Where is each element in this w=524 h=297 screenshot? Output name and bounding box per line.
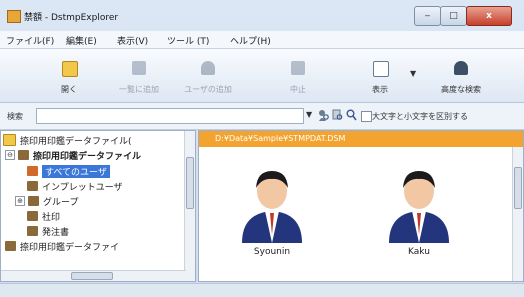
add-user-label: ユーザの追加 xyxy=(184,85,232,94)
user-card-kaku[interactable]: Kaku xyxy=(374,157,464,267)
tree-item-all-users[interactable]: すべてのユーザ xyxy=(27,164,110,178)
advanced-search-button[interactable]: 高度な検索 xyxy=(436,51,486,99)
tree-item-label: 発注書 xyxy=(42,227,70,238)
collapse-icon[interactable]: ⊖ xyxy=(5,150,15,160)
user-icon xyxy=(27,181,38,191)
tree-item[interactable]: インプレットユーザ xyxy=(27,179,123,193)
menu-tools[interactable]: ツール (T) xyxy=(167,34,209,47)
search-bar: 検索 ▼ 大文字と小文字を区別する xyxy=(0,103,524,130)
database-icon xyxy=(5,241,16,251)
search-label: 検索 xyxy=(7,112,23,121)
group-icon xyxy=(28,196,39,206)
view-dropdown-icon[interactable]: ▼ xyxy=(410,69,416,78)
menu-help[interactable]: ヘルプ(H) xyxy=(230,34,271,47)
toolbar: 開く 一覧に追加 ユーザの追加 中止 表示 ▼ 高度な検索 xyxy=(0,49,524,103)
seal-icon xyxy=(27,211,38,221)
view-label: 表示 xyxy=(372,85,388,94)
tree-item-label: 捺印用印鑑データファイル( xyxy=(20,136,132,147)
tree-item[interactable]: 捺印用印鑑データファイ xyxy=(5,239,119,253)
path-bar: D:¥Data¥Sample¥STMPDAT.DSM xyxy=(199,131,523,147)
folder-tree: 捺印用印鑑データファイル( ⊖ 捺印用印鑑データファイル すべてのユーザ インプ… xyxy=(0,130,196,282)
scroll-thumb[interactable] xyxy=(71,272,113,280)
list-add-icon xyxy=(132,61,146,75)
case-sensitive-label: 大文字と小文字を区別する xyxy=(372,112,468,121)
tree-item[interactable]: 発注書 xyxy=(27,224,69,238)
view-icon xyxy=(373,61,389,77)
close-button[interactable]: x xyxy=(466,6,512,26)
stop-icon xyxy=(291,61,305,75)
list-vertical-scrollbar[interactable] xyxy=(512,147,523,281)
window-title: 禁額 - DstmpExplorer xyxy=(24,13,119,23)
stop-label: 中止 xyxy=(290,85,306,94)
tree-item-label: グループ xyxy=(43,197,79,208)
advanced-search-label: 高度な検索 xyxy=(441,85,481,94)
scroll-thumb[interactable] xyxy=(514,167,522,209)
open-label: 開く xyxy=(61,85,77,94)
advanced-search-icon xyxy=(454,61,468,75)
expand-icon[interactable]: ⊕ xyxy=(15,196,25,206)
tree-item-label: 捺印用印鑑データファイ xyxy=(20,242,120,253)
maximize-button[interactable]: □ xyxy=(440,6,467,26)
case-sensitive-checkbox[interactable] xyxy=(361,111,372,122)
user-name: Syounin xyxy=(253,247,291,257)
status-bar xyxy=(0,283,524,297)
user-card-syounin[interactable]: Syounin xyxy=(227,157,317,267)
add-to-list-label: 一覧に追加 xyxy=(119,85,159,94)
document-search-icon[interactable] xyxy=(332,109,343,121)
app-window: 禁額 - DstmpExplorer ‒ □ x ファイル(F) 編集(E) 表… xyxy=(0,0,524,297)
user-add-icon xyxy=(201,61,215,75)
user-avatar-icon xyxy=(242,171,302,243)
search-input[interactable] xyxy=(36,108,304,124)
search-history-dropdown-icon[interactable]: ▼ xyxy=(306,110,312,119)
app-icon xyxy=(7,10,21,23)
tree-item-label: インプレットユーザ xyxy=(42,182,123,193)
scroll-thumb[interactable] xyxy=(186,157,194,209)
search-icon[interactable] xyxy=(346,109,357,121)
tree-item[interactable]: 社印 xyxy=(27,209,60,223)
menu-file[interactable]: ファイル(F) xyxy=(6,34,54,47)
menu-edit[interactable]: 編集(E) xyxy=(66,34,97,47)
user-name: Kaku xyxy=(408,247,430,257)
add-user-button[interactable]: ユーザの追加 xyxy=(183,51,233,99)
view-button[interactable]: 表示 xyxy=(355,51,405,99)
tree-item-label: すべてのユーザ xyxy=(42,164,110,178)
tree-horizontal-scrollbar[interactable] xyxy=(1,270,186,281)
stop-button[interactable]: 中止 xyxy=(273,51,323,99)
folder-icon xyxy=(3,134,16,146)
open-button[interactable]: 開く xyxy=(44,51,94,99)
title-bar: 禁額 - DstmpExplorer ‒ □ x xyxy=(0,0,524,30)
document-icon xyxy=(27,226,38,236)
menu-bar: ファイル(F) 編集(E) 表示(V) ツール (T) ヘルプ(H) xyxy=(0,31,524,49)
tree-item-label: 社印 xyxy=(42,212,61,223)
current-path: D:¥Data¥Sample¥STMPDAT.DSM xyxy=(215,134,346,143)
tree-vertical-scrollbar[interactable] xyxy=(184,131,195,281)
tree-item[interactable]: 捺印用印鑑データファイル( xyxy=(3,133,132,147)
menu-view[interactable]: 表示(V) xyxy=(117,34,148,47)
add-to-list-button[interactable]: 一覧に追加 xyxy=(114,51,164,99)
minimize-button[interactable]: ‒ xyxy=(414,6,441,26)
tree-item[interactable]: ⊖ 捺印用印鑑データファイル xyxy=(5,148,141,162)
tree-item-label: 捺印用印鑑データファイル xyxy=(33,151,142,162)
tree-item[interactable]: ⊕ グループ xyxy=(15,194,78,208)
user-search-icon[interactable] xyxy=(318,109,329,121)
user-list-pane: D:¥Data¥Sample¥STMPDAT.DSM Syounin Kaku xyxy=(198,130,524,282)
database-icon xyxy=(18,150,29,160)
user-avatar-icon xyxy=(389,171,449,243)
users-icon xyxy=(27,166,38,176)
folder-icon xyxy=(62,61,78,77)
